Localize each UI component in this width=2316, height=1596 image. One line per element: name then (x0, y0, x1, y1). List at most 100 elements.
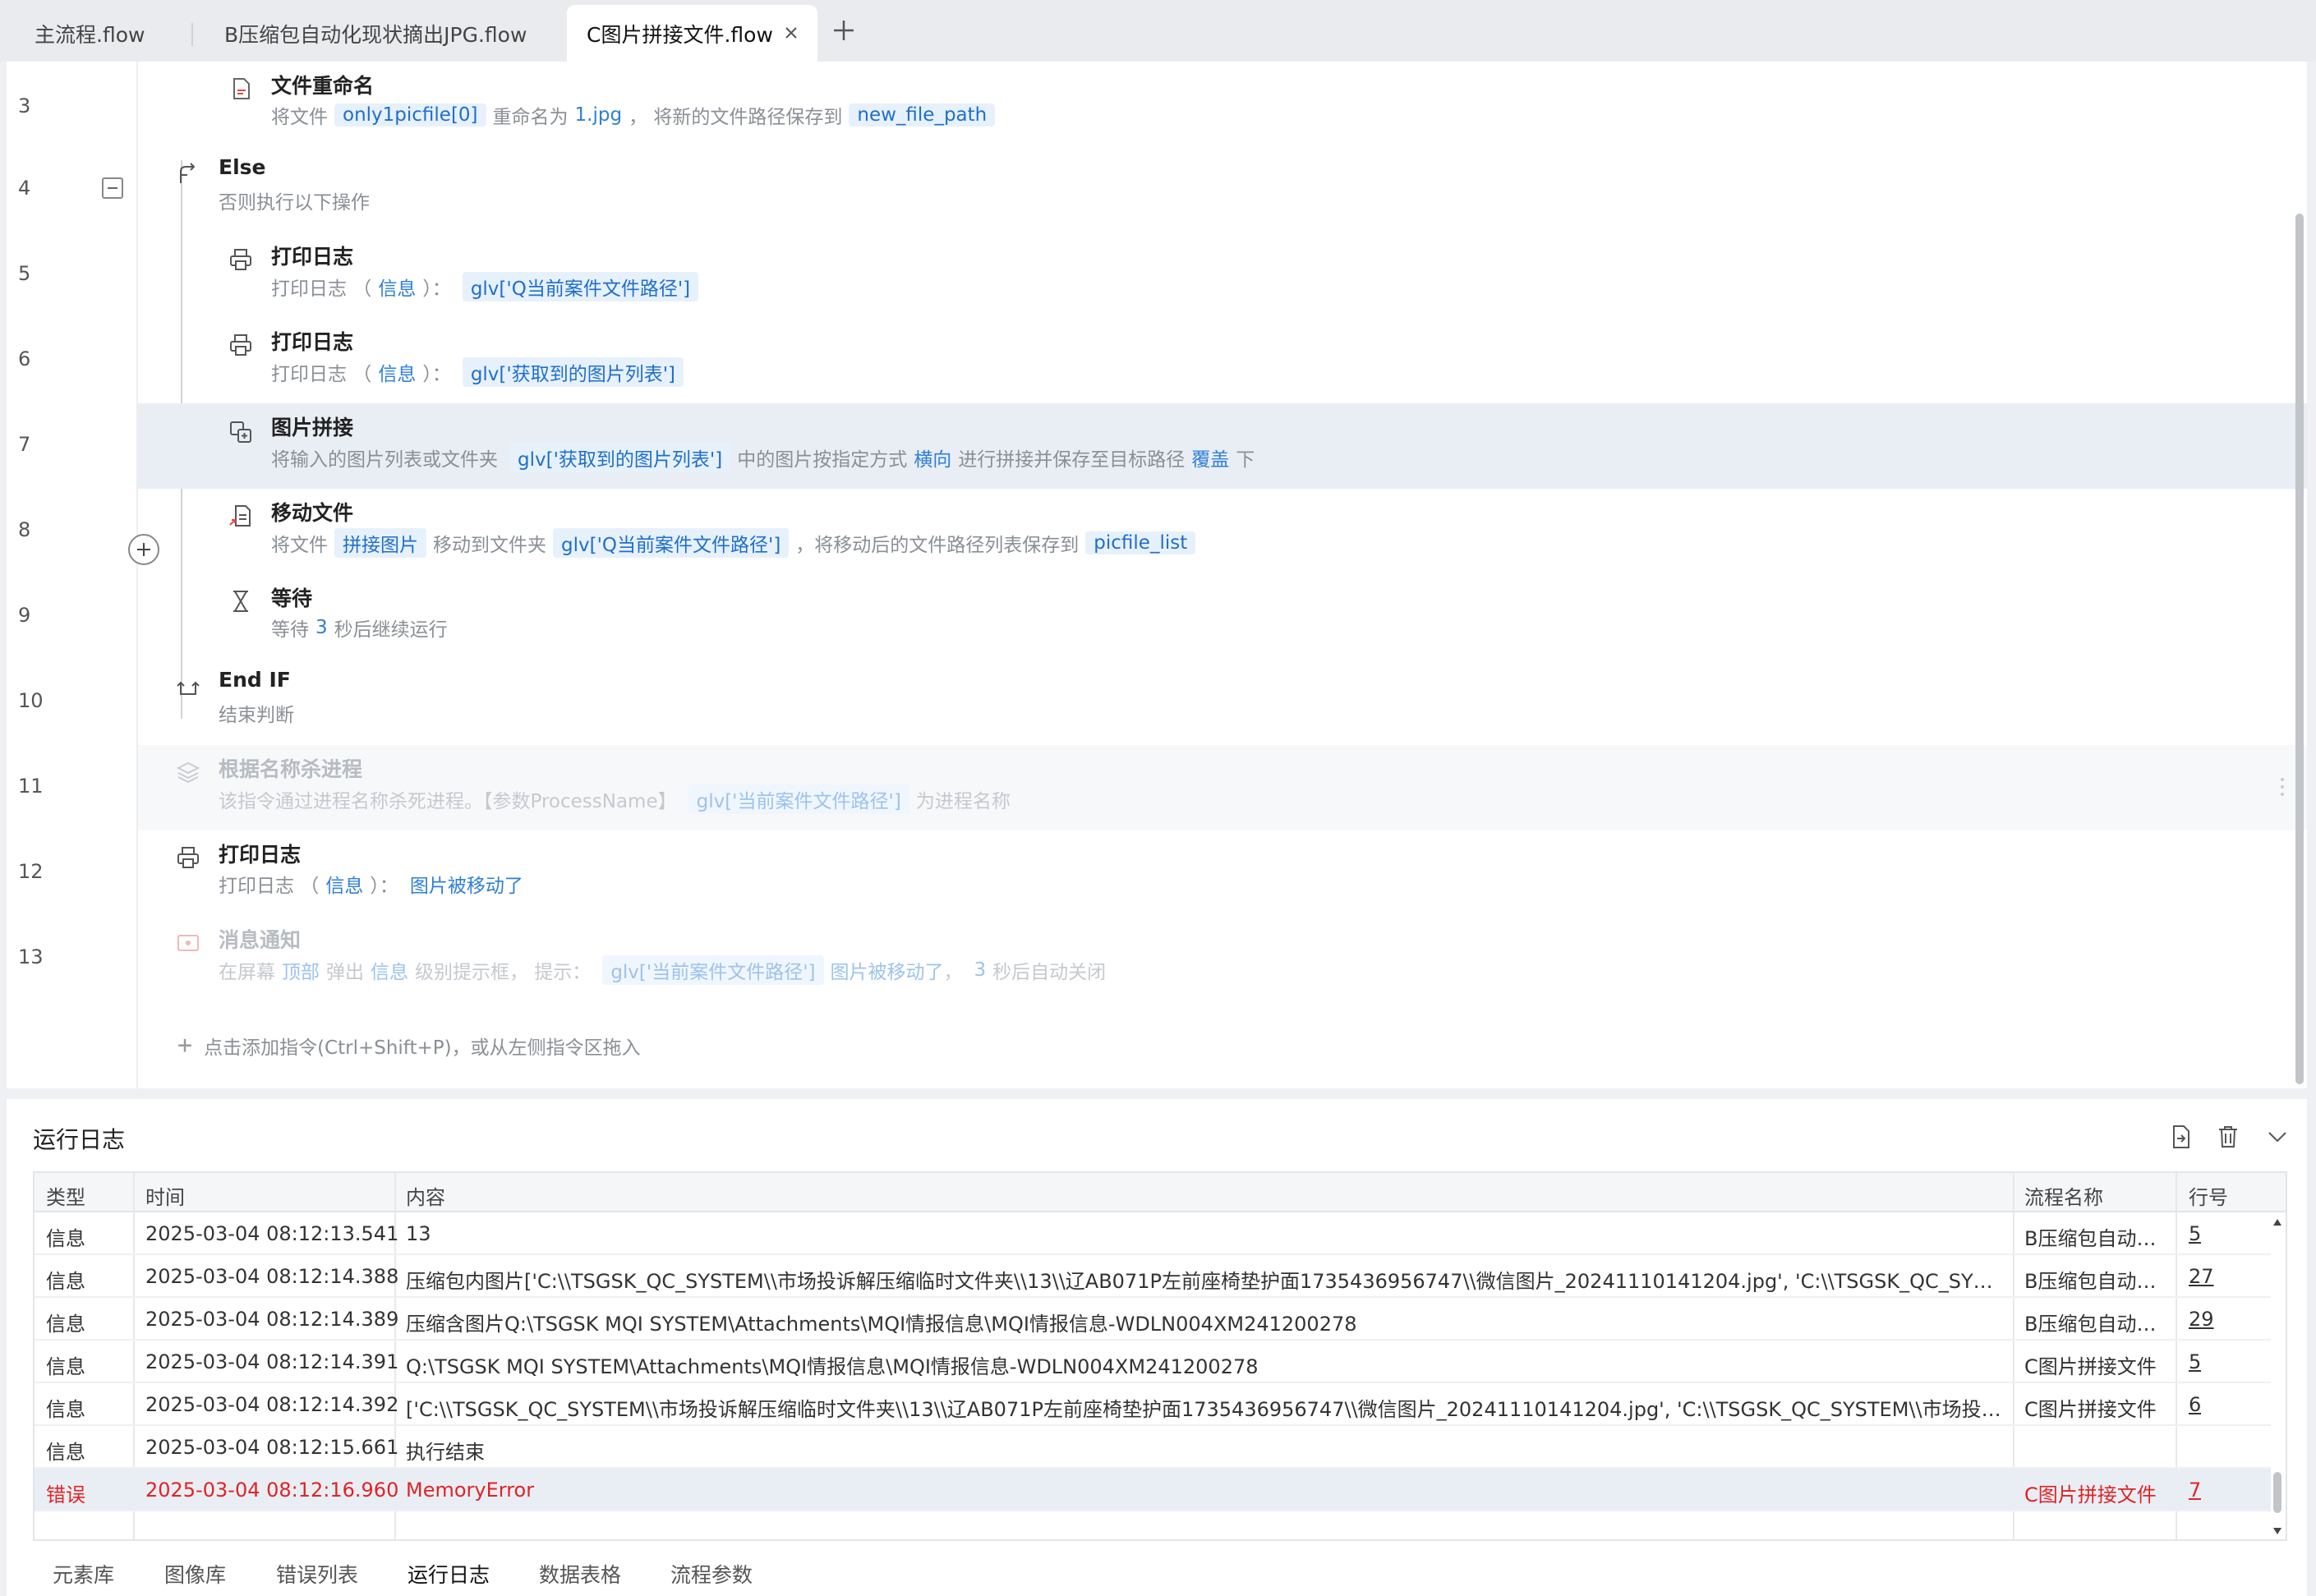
param-mode[interactable]: 横向 (914, 444, 951, 471)
param-level[interactable]: 信息 (378, 273, 416, 301)
step-title: 打印日志 (219, 843, 302, 867)
cell-line-link[interactable]: 5 (2189, 1222, 2201, 1245)
column-header-line[interactable]: 行号 (2189, 1181, 2228, 1210)
param-output-var-chip[interactable]: picfile_list (1085, 531, 1196, 554)
step-print-log[interactable]: 打印日志 打印日志 （ 信息 ）： 图片被移动了 (138, 830, 2307, 916)
param-overwrite[interactable]: 覆盖 (1191, 444, 1229, 471)
param-position[interactable]: 顶部 (282, 956, 320, 984)
param-seconds[interactable]: 3 (315, 617, 328, 638)
scroll-down-icon[interactable] (2273, 1528, 2281, 1534)
tab-b-flow[interactable]: B压缩包自动化现状摘出JPG.flow (193, 5, 567, 62)
cell-time: 2025-03-04 08:12:14.392 (145, 1393, 399, 1416)
cell-line-link[interactable]: 7 (2189, 1479, 2201, 1502)
param-message[interactable]: 图片被移动了 (410, 870, 523, 898)
param-level[interactable]: 信息 (371, 956, 408, 984)
step-description: 打印日志 （ 信息 ）： 图片被移动了 (219, 870, 523, 898)
tab-run-log[interactable]: 运行日志 (407, 1559, 490, 1589)
param-seconds[interactable]: 3 (974, 959, 987, 981)
table-row[interactable]: 信息 2025-03-04 08:12:13.541 13 B压缩包自动化...… (35, 1212, 2271, 1255)
cell-type: 信息 (46, 1355, 85, 1378)
column-header-flow[interactable]: 流程名称 (2024, 1181, 2103, 1210)
cell-line-link[interactable]: 5 (2189, 1350, 2201, 1373)
table-row[interactable]: 信息 2025-03-04 08:12:14.388 压缩包内图片['C:\\T… (35, 1255, 2271, 1298)
step-description: 将文件 拼接图片 移动到文件夹 glv['Q当前案件文件路径'] ，将移动后的文… (271, 528, 1202, 558)
param-process-chip[interactable]: glv['当前案件文件路径'] (688, 784, 909, 814)
step-message-notify-disabled[interactable]: 消息通知 在屏幕 顶部 弹出 信息 级别提示框， 提示： glv['当前案件文件… (138, 916, 2307, 1001)
notification-icon (177, 935, 199, 951)
branch-icon (180, 163, 196, 183)
cell-type: 信息 (46, 1227, 85, 1250)
column-header-time[interactable]: 时间 (145, 1181, 185, 1210)
param-var-chip[interactable]: glv['当前案件文件路径'] (602, 955, 824, 985)
table-row-error[interactable]: 错误 2025-03-04 08:12:16.960 MemoryError C… (35, 1469, 2271, 1511)
param-file-chip[interactable]: 拼接图片 (334, 528, 426, 558)
step-description: 结束判断 (219, 699, 294, 727)
step-rename-file[interactable]: 文件重命名 将文件 only1picfile[0] 重命名为 1.jpg ， 将… (138, 62, 2307, 147)
tab-data-table[interactable]: 数据表格 (539, 1559, 621, 1589)
step-image-stitch[interactable]: 图片拼接 将输入的图片列表或文件夹 glv['获取到的图片列表'] 中的图片按指… (138, 403, 2307, 489)
step-title: 根据名称杀进程 (219, 757, 363, 781)
step-end-if[interactable]: End IF 结束判断 (138, 660, 2307, 745)
cell-flow: B压缩包自动化... (2024, 1313, 2169, 1336)
param-output-var-chip[interactable]: new_file_path (849, 103, 996, 126)
desc-text: 秒后自动关闭 (992, 962, 1107, 983)
line-number: 13 (18, 945, 44, 968)
hourglass-icon (233, 591, 248, 612)
plus-icon: + (177, 1031, 193, 1060)
editor-scrollbar[interactable] (2292, 62, 2307, 1088)
desc-text: ）： (370, 876, 398, 897)
tab-element-library[interactable]: 元素库 (53, 1559, 114, 1589)
step-wait[interactable]: 等待 等待 3 秒后继续运行 (138, 574, 2307, 660)
param-new-name[interactable]: 1.jpg (575, 104, 623, 126)
param-file-chip[interactable]: only1picfile[0] (334, 103, 486, 126)
chevron-down-icon[interactable] (2264, 1124, 2291, 1150)
step-kill-process-disabled[interactable]: 根据名称杀进程 该指令通过进程名称杀死进程。【参数ProcessName】 gl… (138, 745, 2307, 830)
cell-content: Q:\TSGSK MQI SYSTEM\Attachments\MQI情报信息\… (406, 1355, 1259, 1378)
step-print-log[interactable]: 打印日志 打印日志 （ 信息 ）： glv['Q当前案件文件路径'] (138, 232, 2307, 318)
table-row[interactable]: 信息 2025-03-04 08:12:14.389 压缩含图片Q:\TSGSK… (35, 1298, 2271, 1341)
step-print-log[interactable]: 打印日志 打印日志 （ 信息 ）： glv['获取到的图片列表'] (138, 318, 2307, 403)
param-message[interactable]: 图片被移动了 (831, 956, 944, 984)
table-row[interactable]: 信息 2025-03-04 08:12:14.391 Q:\TSGSK MQI … (35, 1341, 2271, 1383)
table-row[interactable]: 信息 2025-03-04 08:12:14.392 ['C:\\TSGSK_Q… (35, 1383, 2271, 1426)
param-folder-chip[interactable]: glv['Q当前案件文件路径'] (553, 528, 790, 558)
param-level[interactable]: 信息 (325, 870, 363, 898)
trash-icon[interactable] (2215, 1124, 2241, 1150)
tab-c-flow-active[interactable]: C图片拼接文件.flow (567, 5, 817, 62)
scroll-thumb[interactable] (2295, 214, 2304, 1084)
export-log-icon[interactable] (2167, 1124, 2194, 1150)
table-scrollbar[interactable] (2269, 1212, 2286, 1539)
step-move-file[interactable]: 移动文件 将文件 拼接图片 移动到文件夹 glv['Q当前案件文件路径'] ，将… (138, 489, 2307, 574)
cell-line-link[interactable]: 6 (2189, 1393, 2201, 1416)
cell-line-link[interactable]: 29 (2189, 1308, 2214, 1331)
param-level[interactable]: 信息 (378, 358, 416, 386)
param-input-chip[interactable]: glv['获取到的图片列表'] (509, 443, 731, 472)
step-else[interactable]: Else 否则执行以下操作 (138, 147, 2307, 232)
bottom-panel-tabs: 元素库 图像库 错误列表 运行日志 数据表格 流程参数 (7, 1552, 2307, 1596)
disabled-wrapper: 消息通知 在屏幕 顶部 弹出 信息 级别提示框， 提示： glv['当前案件文件… (138, 916, 2307, 1001)
collapse-toggle[interactable] (102, 177, 123, 199)
close-icon[interactable] (783, 25, 799, 41)
add-command-text: 点击添加指令(Ctrl+Shift+P)，或从左侧指令区拖入 (204, 1037, 641, 1059)
param-message-chip[interactable]: glv['Q当前案件文件路径'] (462, 272, 699, 301)
param-message-chip[interactable]: glv['获取到的图片列表'] (462, 357, 684, 387)
cell-line-link[interactable]: 27 (2189, 1265, 2214, 1288)
table-row[interactable]: 信息 2025-03-04 08:12:15.661 执行结束 (35, 1426, 2271, 1469)
add-command-hint[interactable]: + 点击添加指令(Ctrl+Shift+P)，或从左侧指令区拖入 (177, 1031, 641, 1060)
cell-type: 错误 (46, 1483, 85, 1506)
column-header-type[interactable]: 类型 (46, 1181, 85, 1210)
cell-time: 2025-03-04 08:12:13.541 (145, 1222, 399, 1245)
more-options-icon[interactable] (2281, 778, 2286, 798)
step-title: 移动文件 (271, 501, 354, 525)
column-header-content[interactable]: 内容 (406, 1181, 445, 1210)
tab-main-flow[interactable]: 主流程.flow (0, 5, 193, 62)
move-file-icon (229, 505, 251, 527)
cell-time: 2025-03-04 08:12:14.389 (145, 1308, 399, 1331)
scroll-up-icon[interactable] (2273, 1219, 2281, 1226)
add-tab-icon[interactable] (830, 16, 858, 44)
insert-step-button[interactable] (128, 534, 159, 565)
tab-error-list[interactable]: 错误列表 (276, 1559, 358, 1589)
scroll-thumb[interactable] (2273, 1472, 2281, 1513)
tab-image-library[interactable]: 图像库 (164, 1559, 226, 1589)
tab-flow-params[interactable]: 流程参数 (670, 1559, 753, 1589)
